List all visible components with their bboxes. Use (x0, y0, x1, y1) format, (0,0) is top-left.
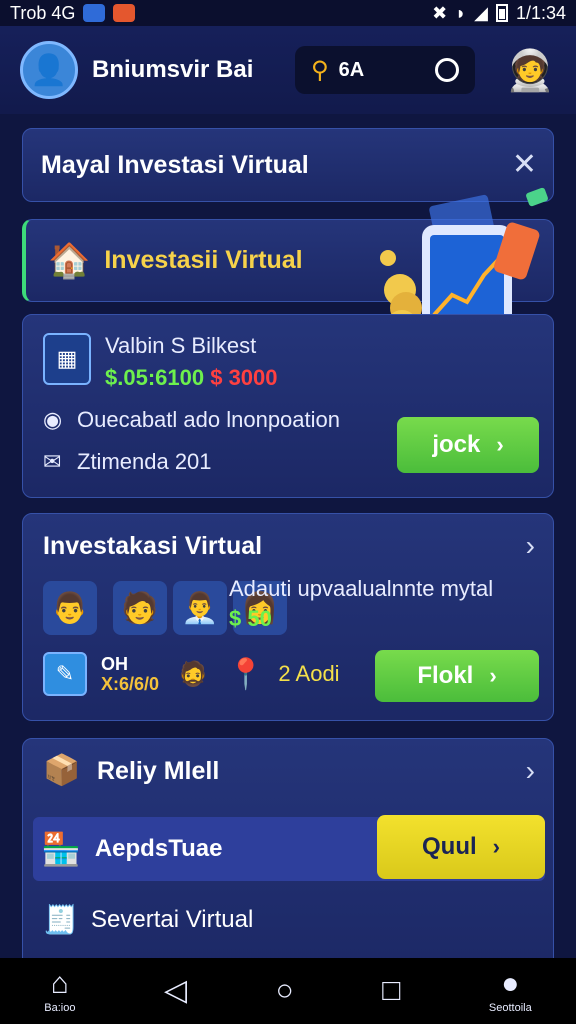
service-icon: 🧾 (43, 904, 78, 935)
wallet-title: Valbin S Bilkest (105, 333, 257, 358)
service-label: Severtai Virtual (91, 905, 254, 933)
avatar[interactable]: 👤 (20, 41, 78, 99)
circle-home-icon: ○ (275, 974, 294, 1007)
rank-text: 2 Aodi (278, 661, 340, 686)
bottom-nav-bar: ⌂ Ba:ioo ◁ ○ □ ● Seottoila (0, 958, 576, 1024)
store-action-button[interactable]: Quul › (377, 815, 545, 879)
app-notification-icon (83, 4, 106, 22)
carrier-text: Trob 4G (10, 2, 76, 23)
house-icon: 🏠 (48, 241, 91, 280)
lower-card: 📦 Reliy Mlell › 🏪 AepdsTuae Quul › 🧾 Sev… (22, 738, 554, 978)
package-icon: 📦 (43, 754, 81, 787)
nav-home[interactable]: ⌂ Ba:ioo (44, 967, 76, 1015)
wallet-action-label: jock (432, 431, 481, 458)
wallet-action-button[interactable]: jock › (397, 417, 539, 473)
service-row[interactable]: 🧾 Severtai Virtual (43, 903, 253, 936)
banner-title: Mayal Investasi Virtual (41, 150, 309, 179)
market-description: Adauti upvaalualnnte mytal (229, 576, 494, 601)
chevron-right-icon: › (496, 432, 504, 457)
clock-text: 1/1:34 (515, 2, 566, 23)
market-card: Investakasi Virtual › 👨 🧑 👨‍💼 👩 Adauti u… (22, 513, 554, 721)
info-line-1: Ouecabatl ado lnonpoation (77, 407, 340, 432)
battery-icon (495, 4, 508, 22)
user-avatar: 🧔 (178, 660, 208, 688)
market-price-value: $ 50 (229, 606, 272, 631)
profile-icon: ● (501, 967, 520, 1000)
nav-profile[interactable]: ● Seottoila (488, 967, 532, 1015)
app-notification-icon (113, 4, 136, 22)
back-icon: ◁ (164, 974, 188, 1007)
chevron-right-icon: › (492, 834, 500, 859)
username: Bniumsvir Bai (92, 56, 254, 83)
tools-icon: ✎ (43, 652, 87, 696)
wallet-card: ▦ Valbin S Bilkest $.05:6100 $ 3000 ◉ Ou… (22, 314, 554, 498)
chevron-right-icon[interactable]: › (526, 530, 535, 562)
search-icon: ⚲ (311, 56, 329, 84)
mail-icon: ✉ (43, 449, 62, 474)
close-icon[interactable]: ✕ (512, 147, 537, 182)
info-line-2: Ztimenda 201 (77, 449, 212, 474)
nav-back[interactable]: ◁ (164, 975, 187, 1007)
nav-home-label: Ba:ioo (44, 1002, 76, 1014)
app-header: 👤 Bniumsvir Bai ⚲ 6A 🧑‍🚀 (0, 26, 576, 114)
record-icon[interactable] (435, 58, 459, 82)
mute-icon: ✖ (432, 2, 448, 23)
search-text: 6A (338, 58, 365, 81)
signal-icon: ◢ (474, 2, 488, 23)
recents-icon: □ (382, 974, 401, 1007)
store-icon: 🏪 (41, 831, 81, 867)
chevron-right-icon[interactable]: › (526, 755, 535, 787)
market-title: Investakasi Virtual (43, 532, 263, 560)
chevron-right-icon: › (489, 663, 497, 688)
store-action-label: Quul (422, 833, 477, 860)
wifi-icon: ◗ (455, 2, 467, 23)
investor-avatar[interactable]: 👨 (43, 581, 97, 635)
balance-green: $.05:6100 (105, 365, 205, 390)
store-label: AepdsTuae (94, 835, 223, 862)
wallet-amounts: $.05:6100 $ 3000 (105, 365, 278, 391)
lower-title: Reliy Mlell (97, 757, 220, 785)
market-action-button[interactable]: Flokl › (375, 650, 539, 702)
nav-profile-label: Seottoila (488, 1002, 532, 1014)
investor-avatar[interactable]: 🧑 (113, 581, 167, 635)
investor-avatar[interactable]: 👨‍💼 (173, 581, 227, 635)
market-stats: ✎ OH X:6/6/0 🧔 📍 2 Aodi (43, 652, 340, 696)
calculator-icon: ▦ (43, 333, 91, 385)
stat-label: OH (101, 654, 128, 674)
balance-red: $ 3000 (210, 365, 278, 390)
chart-icon: ◉ (43, 407, 63, 432)
market-action-label: Flokl (417, 662, 474, 689)
section-label: Investasii Virtual (104, 246, 303, 274)
nav-recents[interactable]: □ (382, 975, 400, 1007)
search-box[interactable]: ⚲ 6A (295, 46, 475, 94)
mascot-icon[interactable]: 🧑‍🚀 (502, 40, 558, 100)
market-price: $ 50 (229, 606, 272, 632)
home-icon: ⌂ (50, 967, 69, 1000)
location-pin-icon: 📍 (227, 657, 265, 691)
nav-home-circle[interactable]: ○ (276, 975, 294, 1007)
status-bar: Trob 4G ✖ ◗ ◢ 1/1:34 (0, 0, 576, 26)
stat-value: X:6/6/0 (101, 674, 160, 694)
